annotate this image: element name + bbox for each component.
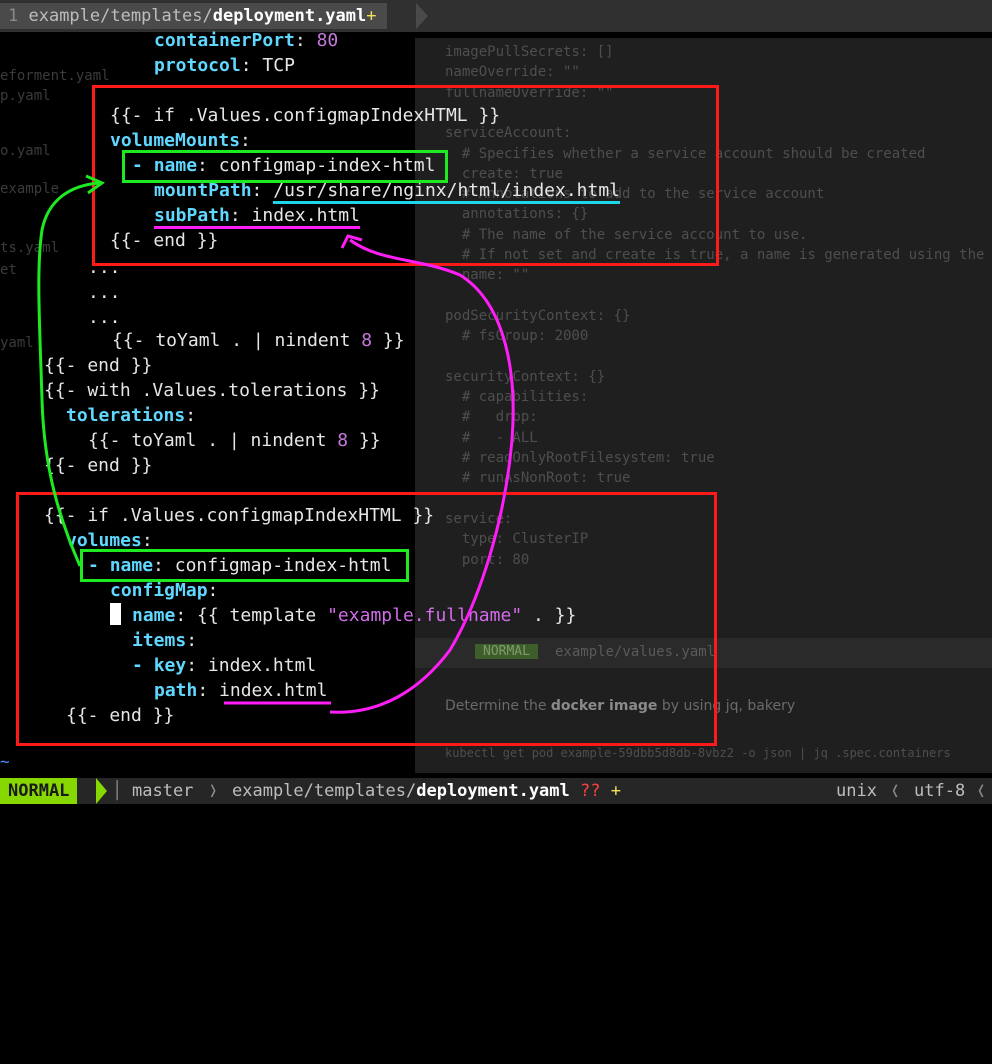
- background-code-line: podSecurityContext: {}: [445, 307, 631, 324]
- background-code-line: name: "": [445, 267, 530, 284]
- mount-name-highlight-box: [122, 150, 448, 183]
- tabline: 1 example/templates/deployment.yaml+: [0, 0, 992, 32]
- tab-modified-flag: +: [366, 6, 377, 26]
- statusline: NORMAL │ master ❭ example/templates/depl…: [0, 778, 992, 804]
- tab-deployment-yaml[interactable]: 1 example/templates/deployment.yaml+: [0, 3, 387, 29]
- chevron-right-icon: ❭: [208, 781, 219, 801]
- volume-name-highlight-box: [80, 549, 409, 582]
- tab-separator-icon: [416, 3, 428, 29]
- background-code-line: # drop:: [445, 409, 538, 426]
- tab-number: 1: [8, 6, 19, 26]
- background-code-line: # capabilities:: [445, 389, 589, 406]
- background-code-line: # - ALL: [445, 429, 538, 446]
- volumes-highlight-box: [16, 492, 717, 746]
- code-line: {{- with .Values.tolerations }}: [44, 380, 380, 401]
- command-line[interactable]: [0, 804, 992, 812]
- background-shell-command: kubectl get pod example-59dbb5d8db-8vbz2…: [445, 746, 951, 760]
- chevron-left-icon: ❬: [976, 781, 987, 801]
- background-code-line: nameOverride: "": [445, 64, 580, 81]
- background-code-line: # runAsNonRoot: true: [445, 470, 631, 487]
- code-line: {{- toYaml . | nindent 8 }}: [112, 330, 405, 351]
- code-line: ...: [88, 282, 121, 303]
- git-branch: master: [132, 781, 194, 801]
- code-line: {{- toYaml . | nindent 8 }}: [88, 430, 381, 451]
- branch-icon: │: [112, 781, 123, 801]
- ghost-text: yaml: [0, 335, 34, 351]
- ghost-text: p.yaml: [0, 88, 51, 104]
- mode-indicator: NORMAL: [0, 778, 78, 804]
- mode-separator-icon: [96, 778, 107, 804]
- background-code-line: # readOnlyRootFilesystem: true: [445, 450, 715, 466]
- tab-file: deployment.yaml: [212, 6, 367, 26]
- code-line: tolerations:: [66, 405, 197, 426]
- code-line: ...: [88, 307, 121, 328]
- ghost-text: eforment.yaml: [0, 68, 110, 84]
- ghost-text: o.yaml: [0, 143, 51, 159]
- tab-path: example/templates/: [18, 6, 213, 26]
- code-line: {{- end }}: [44, 455, 153, 476]
- file-format: unix: [836, 781, 877, 801]
- status-file-path: example/templates/deployment.yaml ?? +: [232, 781, 621, 801]
- background-code-line: # fsGroup: 2000: [445, 328, 589, 345]
- empty-line-marker: ~: [0, 752, 10, 771]
- ghost-text: et: [0, 262, 17, 278]
- background-code-line: securityContext: {}: [445, 368, 606, 385]
- code-line: {{- end }}: [44, 355, 153, 376]
- background-code-line: imagePullSecrets: []: [445, 44, 614, 60]
- ghost-text: ts.yaml: [0, 240, 60, 256]
- code-line: containerPort: 80: [154, 30, 339, 51]
- chevron-left-icon: ❬: [890, 781, 901, 801]
- code-line: protocol: TCP: [154, 55, 295, 76]
- file-encoding: utf-8: [914, 781, 966, 801]
- ghost-text: example: [0, 181, 60, 197]
